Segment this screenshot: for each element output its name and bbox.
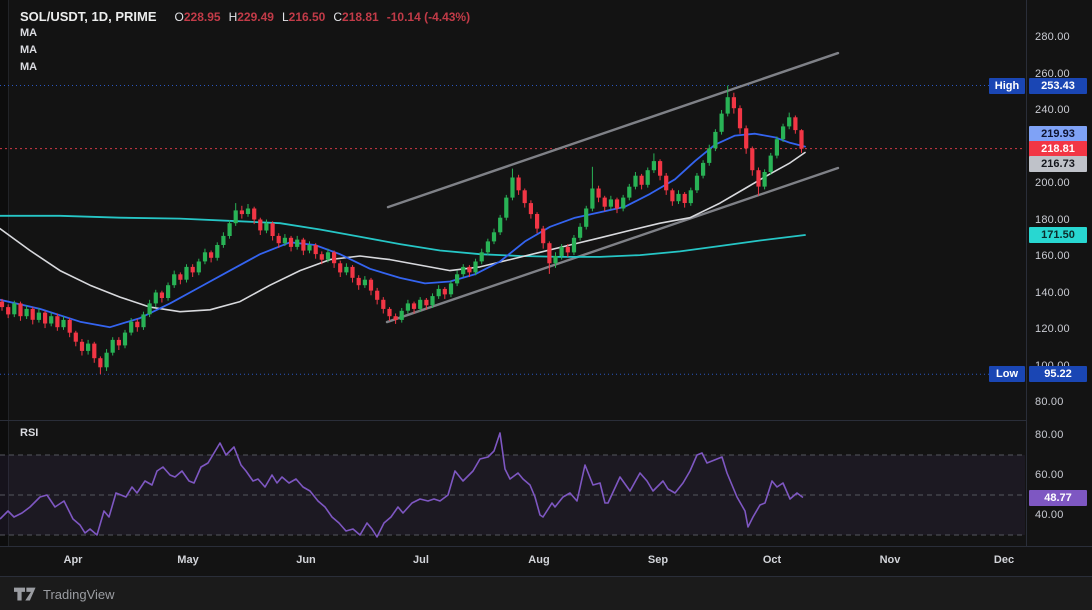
price-badge-95.22: 95.22 bbox=[1029, 366, 1087, 382]
tradingview-logo-icon bbox=[14, 587, 36, 602]
price-chart-canvas[interactable] bbox=[0, 0, 1026, 576]
price-axis-tick: 160.00 bbox=[1035, 250, 1070, 262]
candlestick-series bbox=[0, 86, 804, 375]
tradingview-chart-window: SOL/USDT, 1D, PRIME O228.95 H229.49 L216.50… bbox=[0, 0, 1092, 610]
price-axis-tick: 80.00 bbox=[1035, 396, 1064, 408]
rsi-axis-tick: 40.00 bbox=[1035, 509, 1064, 521]
time-axis-month-jun: Jun bbox=[296, 554, 316, 566]
price-axis-tick: 120.00 bbox=[1035, 323, 1070, 335]
price-badge-218.81: 218.81 bbox=[1029, 141, 1087, 157]
change-value: -10.14 (-4.43%) bbox=[387, 10, 470, 24]
symbol-legend-row[interactable]: SOL/USDT, 1D, PRIME O228.95 H229.49 L216.50… bbox=[20, 8, 470, 25]
time-axis-month-oct: Oct bbox=[763, 554, 781, 566]
ma-cyan-line bbox=[0, 216, 805, 257]
price-axis-tick: 180.00 bbox=[1035, 214, 1070, 226]
rsi-axis-tick: 60.00 bbox=[1035, 469, 1064, 481]
price-badge-216.73: 216.73 bbox=[1029, 156, 1087, 172]
time-axis-month-apr: Apr bbox=[64, 554, 83, 566]
time-axis-month-sep: Sep bbox=[648, 554, 668, 566]
price-badge-253.43: 253.43 bbox=[1029, 78, 1087, 94]
price-axis[interactable]: 280.00260.00240.00220.00200.00180.00160.… bbox=[1026, 0, 1092, 575]
price-badge-48.77: 48.77 bbox=[1029, 490, 1087, 506]
open-value: 228.95 bbox=[184, 10, 221, 24]
close-value: 218.81 bbox=[342, 10, 379, 24]
price-badge-171.50: 171.50 bbox=[1029, 227, 1087, 243]
chart-legend: SOL/USDT, 1D, PRIME O228.95 H229.49 L216.50… bbox=[20, 8, 470, 76]
high-value: 229.49 bbox=[237, 10, 274, 24]
rsi-axis-tick: 80.00 bbox=[1035, 429, 1064, 441]
low-marker-label: Low bbox=[989, 366, 1025, 382]
time-axis[interactable]: Apr May Jun Jul Aug Sep Oct Nov Dec bbox=[0, 546, 1092, 576]
open-label: O bbox=[175, 10, 184, 24]
close-label: C bbox=[333, 10, 342, 24]
time-axis-month-nov: Nov bbox=[880, 554, 901, 566]
symbol-title[interactable]: SOL/USDT, 1D, PRIME bbox=[20, 9, 157, 24]
time-axis-month-dec: Dec bbox=[994, 554, 1014, 566]
price-axis-tick: 200.00 bbox=[1035, 177, 1070, 189]
bottom-toolbar: TradingView bbox=[0, 576, 1092, 610]
rsi-indicator-label[interactable]: RSI bbox=[20, 427, 38, 439]
high-label: H bbox=[229, 10, 238, 24]
tradingview-brand-text: TradingView bbox=[43, 587, 115, 602]
price-axis-tick: 280.00 bbox=[1035, 31, 1070, 43]
channel-upper-line bbox=[388, 53, 838, 207]
price-axis-tick: 240.00 bbox=[1035, 104, 1070, 116]
tradingview-logo-link[interactable]: TradingView bbox=[14, 587, 115, 602]
time-axis-month-jul: Jul bbox=[413, 554, 429, 566]
time-axis-month-aug: Aug bbox=[528, 554, 549, 566]
pane-divider[interactable] bbox=[0, 420, 1092, 421]
ma-white-line bbox=[0, 153, 805, 312]
high-marker-label: High bbox=[989, 78, 1025, 94]
price-badge-219.93: 219.93 bbox=[1029, 126, 1087, 142]
indicator-row-ma2[interactable]: MA bbox=[20, 42, 470, 59]
indicator-row-ma1[interactable]: MA bbox=[20, 25, 470, 42]
channel-lower-line bbox=[387, 168, 838, 322]
indicator-row-ma3[interactable]: MA bbox=[20, 59, 470, 76]
price-axis-tick: 140.00 bbox=[1035, 287, 1070, 299]
time-axis-month-may: May bbox=[177, 554, 198, 566]
low-label: L bbox=[282, 10, 289, 24]
low-value: 216.50 bbox=[289, 10, 326, 24]
